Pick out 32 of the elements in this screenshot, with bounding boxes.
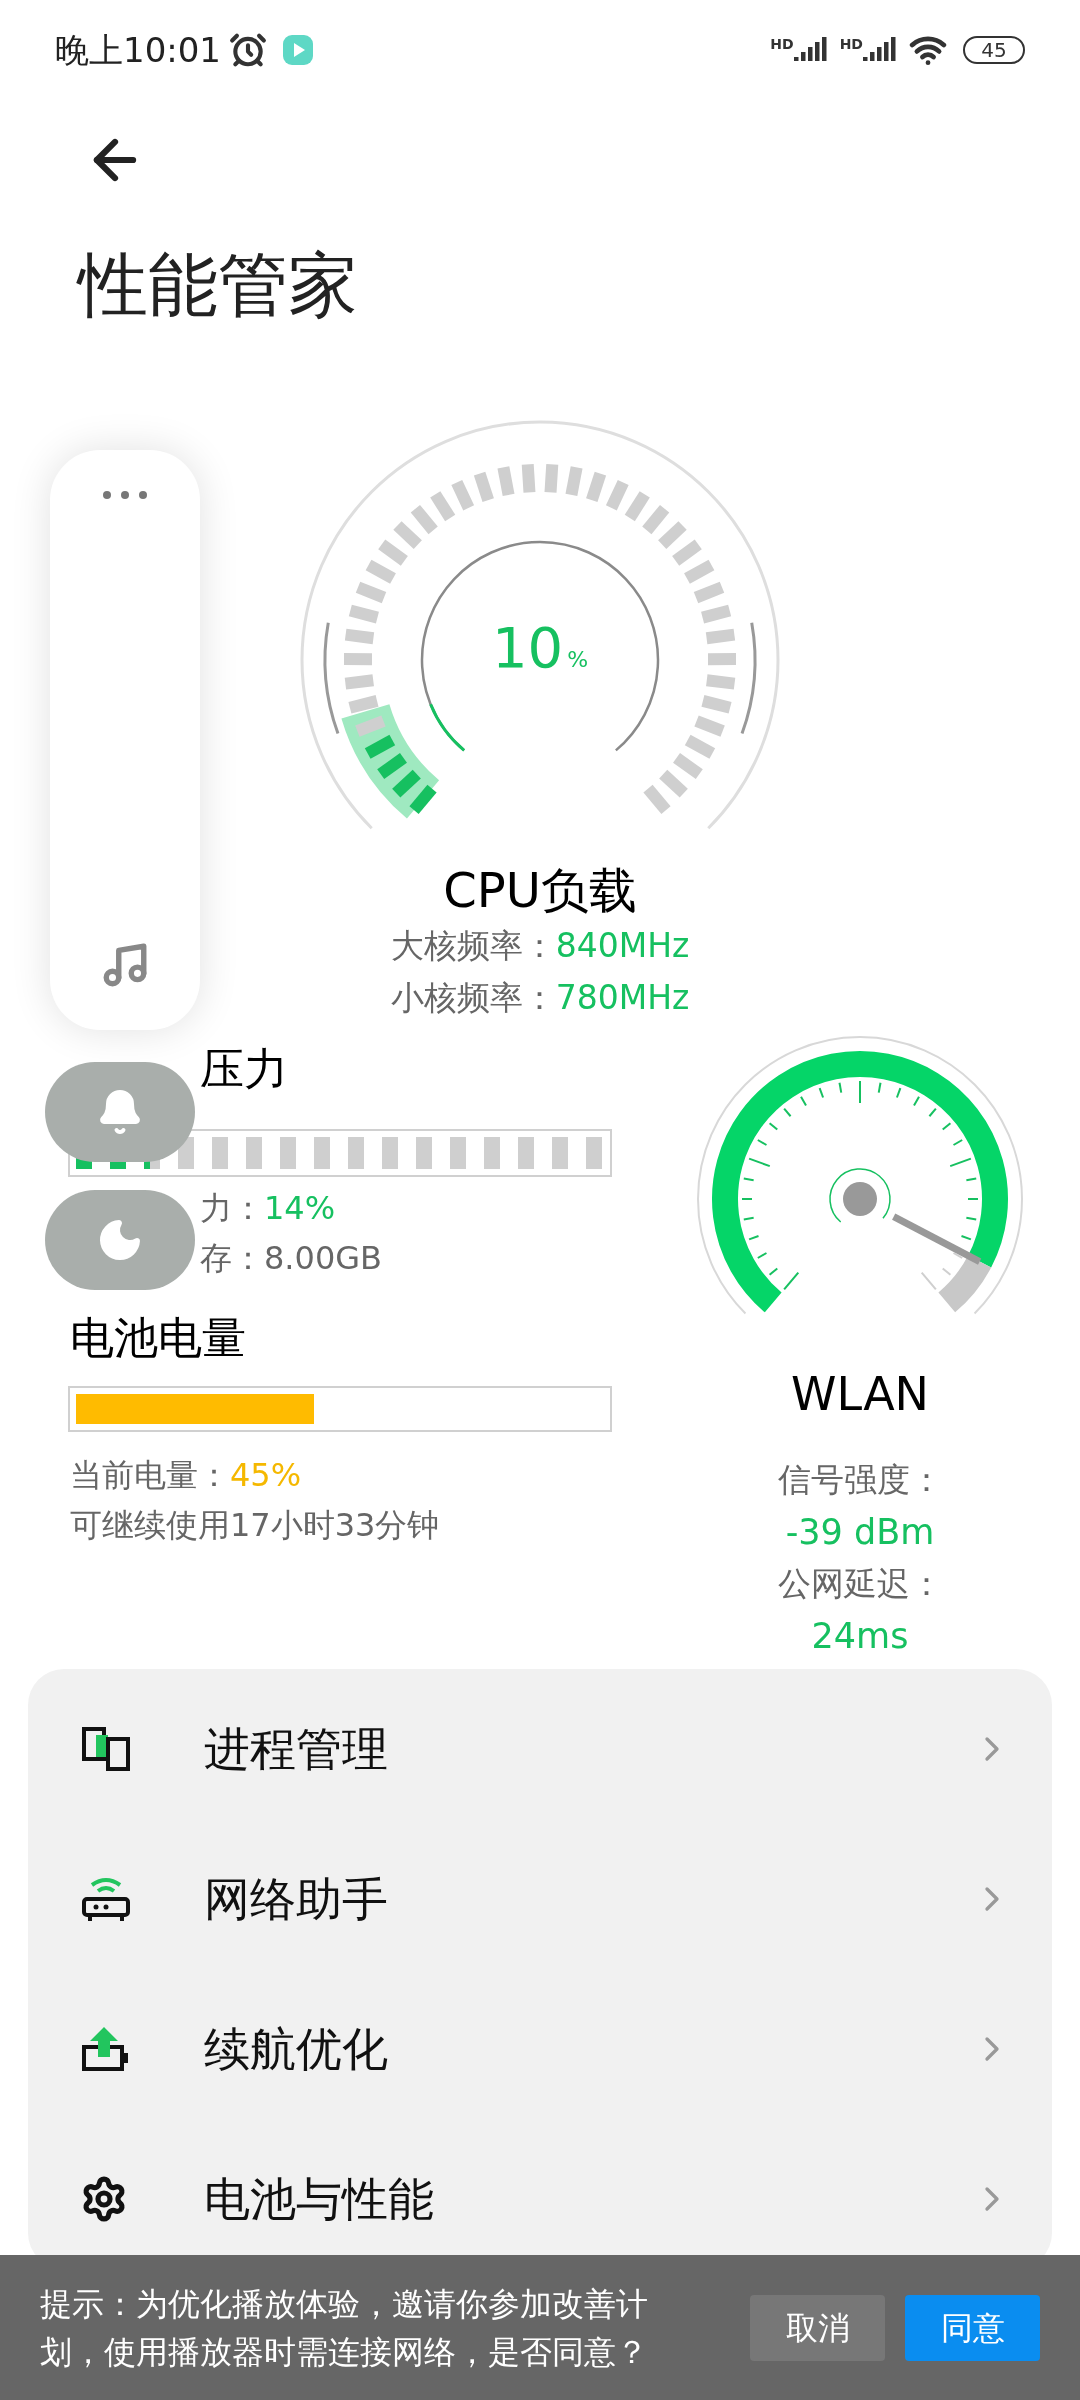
frequency-label: 大核频率：	[390, 925, 556, 967]
page-title: 性能管家	[78, 243, 359, 328]
remaining-time: 可继续使用17小时33分钟	[70, 1505, 441, 1546]
wlan-stat-value: -39 dBm	[785, 1511, 935, 1554]
memory-value: 14%	[264, 1188, 336, 1229]
wlan-stat-label: 信号强度：	[777, 1459, 943, 1501]
cancel-button[interactable]: 取消	[750, 2294, 885, 2361]
memory-label: 力：	[200, 1188, 264, 1229]
clock-time: 晚上10:01	[55, 28, 221, 72]
hd-label: HD	[839, 37, 863, 51]
wlan-stat-value: 24ms	[811, 1615, 909, 1658]
cpu-load-value: 10	[491, 620, 564, 676]
frequency-value: 780MHz	[555, 977, 690, 1019]
cpu-label: CPU负载	[443, 861, 637, 920]
battery-label: 当前电量：	[70, 1455, 230, 1496]
memory-value: 8.00GB	[264, 1238, 382, 1279]
battery-indicator: 45	[963, 36, 1025, 64]
menu-item[interactable]: 续航优化	[28, 1974, 1052, 2124]
battery-value: 45%	[230, 1455, 302, 1496]
menu-item[interactable]: 电池与性能	[28, 2124, 1052, 2274]
menu-item[interactable]: 网络助手	[28, 1824, 1052, 1974]
menu-item[interactable]: 进程管理	[28, 1674, 1052, 1824]
frequency-value: 840MHz	[555, 925, 690, 967]
toast-message: 提示：为优化播放体验，邀请你参加改善计划，使用播放器时需连接网络，是否同意？	[40, 2283, 649, 2373]
memory-label: 存：	[200, 1238, 264, 1279]
battery-title: 电池电量	[70, 1311, 247, 1365]
memory-title: 压力	[200, 1043, 288, 1094]
wlan-title: WLAN	[790, 1366, 929, 1423]
frequency-label: 小核频率：	[390, 977, 556, 1019]
percent-unit: %	[567, 646, 589, 674]
wlan-stat-label: 公网延迟：	[777, 1563, 943, 1605]
hd-label: HD	[770, 37, 794, 51]
